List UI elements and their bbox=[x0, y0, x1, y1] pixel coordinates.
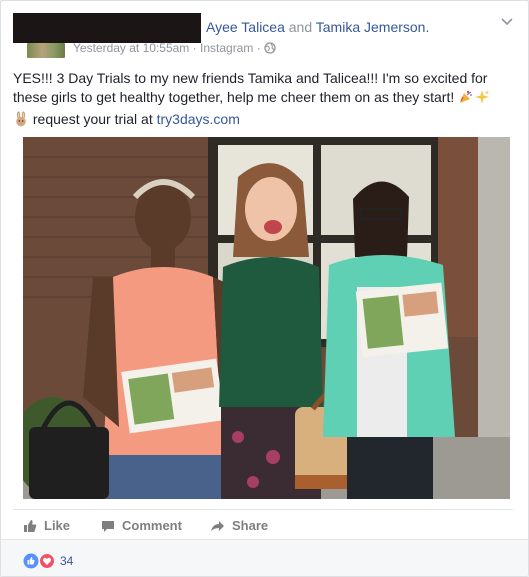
party-popper-icon bbox=[458, 89, 474, 110]
tagged-person-link[interactable]: Ayee Talicea bbox=[206, 19, 285, 35]
reactions-bar: 34 bbox=[1, 539, 528, 576]
post-photo[interactable] bbox=[23, 137, 510, 499]
globe-icon[interactable] bbox=[264, 42, 276, 57]
like-label: Like bbox=[44, 518, 71, 533]
share-arrow-icon bbox=[211, 520, 224, 531]
meta-separator: · bbox=[192, 41, 197, 55]
post-source: Instagram bbox=[200, 41, 254, 55]
trial-link[interactable]: try3days.com bbox=[157, 111, 240, 127]
redacted-author-name bbox=[13, 13, 201, 43]
post-meta: Yesterday at 10:55am · Instagram · bbox=[73, 41, 276, 57]
comment-label: Comment bbox=[122, 518, 182, 533]
tagged-person-link[interactable]: Tamika Jemerson. bbox=[316, 19, 430, 35]
comment-icon bbox=[102, 520, 114, 532]
like-button[interactable]: Like bbox=[23, 518, 70, 533]
post-text-cta: request your trial at bbox=[32, 111, 153, 127]
post-timestamp[interactable]: Yesterday at 10:55am bbox=[73, 41, 189, 55]
post-text: YES!!! 3 Day Trials to my new friends Ta… bbox=[13, 69, 513, 132]
share-button[interactable]: Share bbox=[210, 518, 268, 533]
comment-button[interactable]: Comment bbox=[101, 518, 182, 533]
post-card: Ayee Talicea and Tamika Jemerson. Yester… bbox=[0, 0, 529, 577]
post-header: Ayee Talicea and Tamika Jemerson. Yester… bbox=[1, 1, 528, 63]
love-reaction-icon bbox=[39, 553, 55, 569]
post-title-line: Ayee Talicea and Tamika Jemerson. bbox=[206, 19, 429, 35]
post-text-body: YES!!! 3 Day Trials to my new friends Ta… bbox=[13, 70, 488, 105]
meta-separator: · bbox=[256, 41, 261, 55]
reaction-count[interactable]: 34 bbox=[60, 554, 73, 568]
reaction-icons[interactable] bbox=[23, 553, 59, 569]
sparkles-icon bbox=[474, 89, 490, 110]
title-connector: and bbox=[288, 19, 313, 35]
rabbit-icon bbox=[13, 111, 29, 132]
like-reaction-icon bbox=[23, 553, 39, 569]
author-avatar[interactable] bbox=[27, 43, 65, 58]
share-label: Share bbox=[232, 518, 269, 533]
thumbs-up-icon bbox=[24, 519, 37, 532]
chevron-down-icon[interactable] bbox=[500, 17, 514, 27]
post-actions: Like Comment Share bbox=[13, 509, 513, 538]
